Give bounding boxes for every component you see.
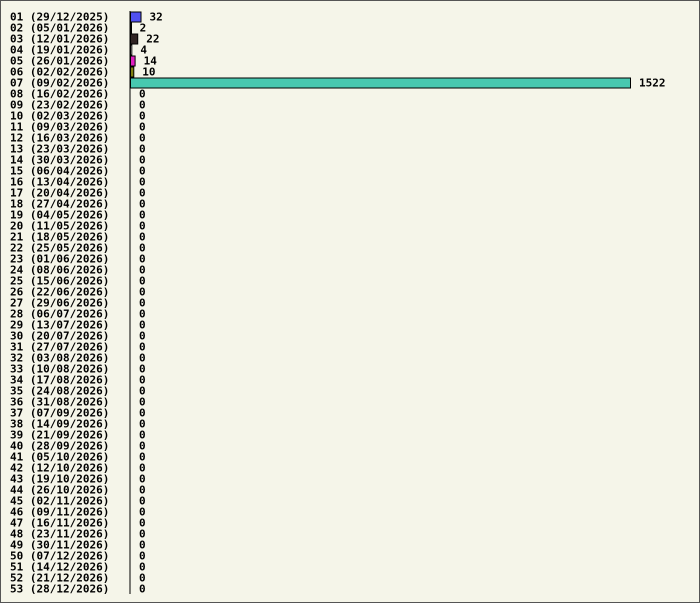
- value-label: 0: [139, 583, 146, 596]
- bar: [130, 55, 136, 67]
- category-label: 53 (28/12/2026): [10, 583, 109, 596]
- bar: [130, 33, 139, 45]
- value-label: 32: [150, 11, 163, 24]
- bar: [130, 44, 133, 56]
- bar: [130, 66, 135, 78]
- value-label: 1522: [639, 77, 666, 90]
- bar: [130, 77, 631, 89]
- value-label: 22: [146, 33, 159, 46]
- bar: [130, 11, 142, 23]
- weekly-bar-chart: 01 (29/12/2025) 3202 (05/01/2026) 203 (12/…: [10, 11, 666, 596]
- bar: [130, 22, 132, 34]
- value-label: 10: [142, 66, 155, 79]
